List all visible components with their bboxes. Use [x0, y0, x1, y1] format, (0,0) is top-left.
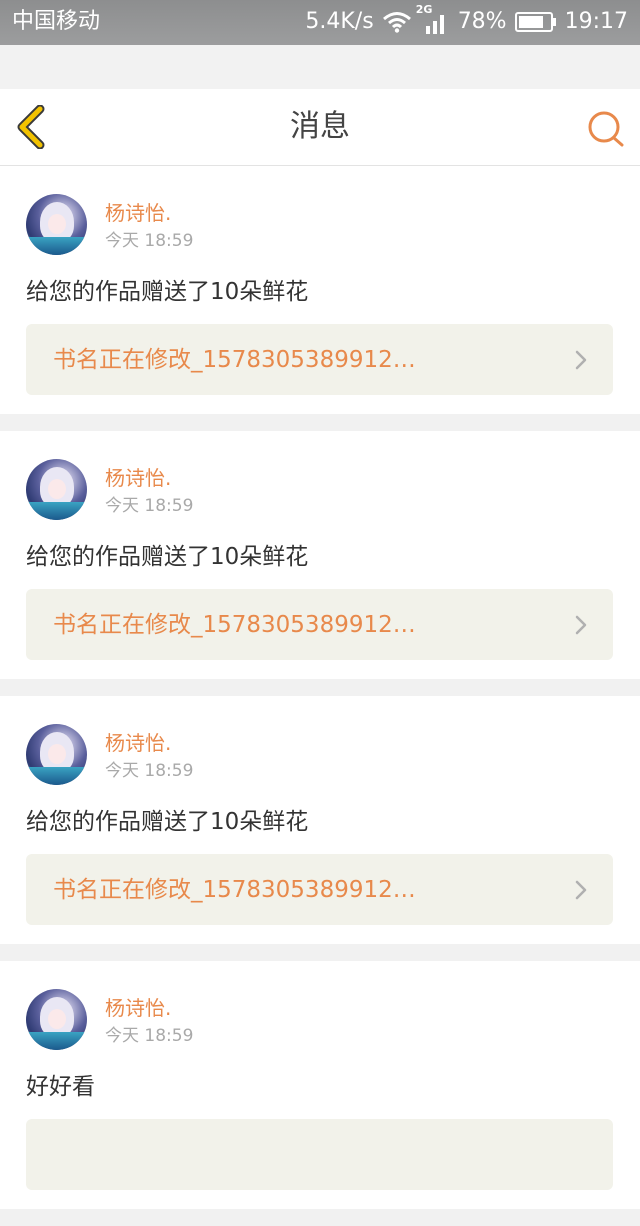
battery-percent: 78% — [457, 9, 507, 34]
book-link[interactable]: 书名正在修改_1578305389912… — [26, 589, 613, 660]
message-card: 杨诗怡. 今天 18:59 给您的作品赠送了10朵鲜花 书名正在修改_15783… — [0, 166, 640, 414]
page-title: 消息 — [290, 109, 350, 144]
book-title: 书名正在修改_1578305389912… — [53, 347, 416, 373]
avatar[interactable] — [26, 724, 87, 785]
book-link[interactable]: 书名正在修改_1578305389912… — [26, 324, 613, 395]
book-link[interactable] — [26, 1119, 613, 1190]
book-title: 书名正在修改_1578305389912… — [53, 612, 416, 638]
message-card: 杨诗怡. 今天 18:59 好好看 — [0, 961, 640, 1209]
status-right: 5.4K/s 2G 78% 19:17 — [305, 4, 628, 36]
nav-bar: 消息 — [0, 89, 640, 166]
network-type: 2G — [415, 3, 433, 16]
message-card: 杨诗怡. 今天 18:59 给您的作品赠送了10朵鲜花 书名正在修改_15783… — [0, 431, 640, 679]
wifi-icon — [382, 11, 412, 33]
clock: 19:17 — [564, 9, 628, 34]
message-time: 今天 18:59 — [105, 496, 194, 516]
search-icon — [588, 111, 624, 147]
message-time: 今天 18:59 — [105, 1026, 194, 1046]
sender-name[interactable]: 杨诗怡. — [105, 730, 171, 756]
avatar[interactable] — [26, 459, 87, 520]
net-speed: 5.4K/s — [305, 9, 374, 34]
message-time: 今天 18:59 — [105, 761, 194, 781]
chevron-right-icon — [575, 615, 587, 635]
message-time: 今天 18:59 — [105, 231, 194, 251]
top-spacer — [0, 45, 640, 89]
search-button[interactable] — [586, 109, 626, 149]
signal-icon: 2G — [416, 4, 450, 36]
message-text: 给您的作品赠送了10朵鲜花 — [26, 544, 309, 570]
message-text: 给您的作品赠送了10朵鲜花 — [26, 279, 309, 305]
book-title: 书名正在修改_1578305389912… — [53, 877, 416, 903]
chevron-right-icon — [575, 880, 587, 900]
sender-name[interactable]: 杨诗怡. — [105, 465, 171, 491]
sender-name[interactable]: 杨诗怡. — [105, 200, 171, 226]
avatar[interactable] — [26, 194, 87, 255]
avatar[interactable] — [26, 989, 87, 1050]
carrier-name: 中国移动 — [12, 9, 101, 34]
message-text: 好好看 — [26, 1074, 95, 1100]
message-text: 给您的作品赠送了10朵鲜花 — [26, 809, 309, 835]
battery-icon — [514, 11, 557, 33]
message-card: 杨诗怡. 今天 18:59 给您的作品赠送了10朵鲜花 书名正在修改_15783… — [0, 696, 640, 944]
status-bar: 中国移动 5.4K/s 2G 78% 19:17 — [0, 0, 640, 45]
chevron-right-icon — [575, 350, 587, 370]
sender-name[interactable]: 杨诗怡. — [105, 995, 171, 1021]
message-list: 杨诗怡. 今天 18:59 给您的作品赠送了10朵鲜花 书名正在修改_15783… — [0, 166, 640, 1226]
book-link[interactable]: 书名正在修改_1578305389912… — [26, 854, 613, 925]
